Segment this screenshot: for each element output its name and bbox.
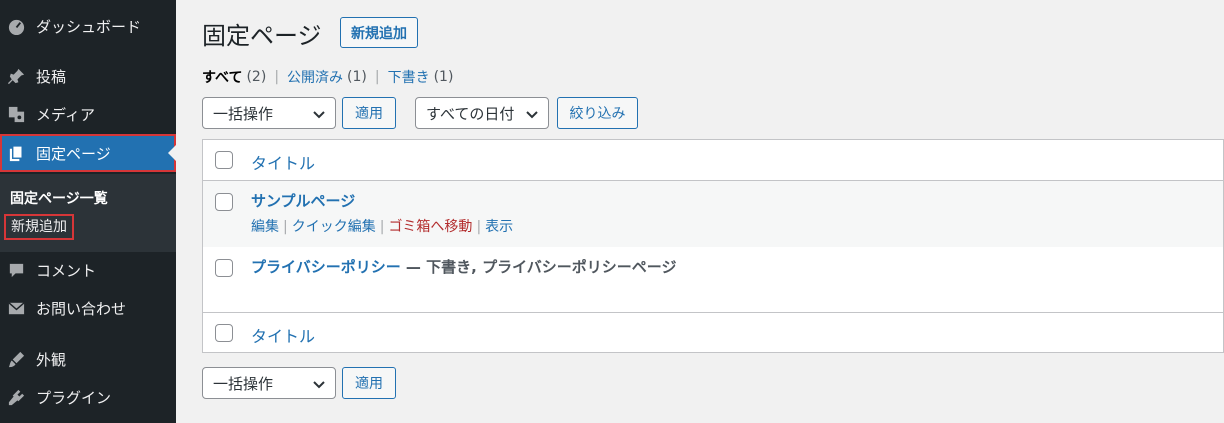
page-icon	[6, 143, 26, 163]
table-row: サンプルページ 編集 | クイック編集 | ゴミ箱へ移動 | 表示	[203, 181, 1223, 247]
bulk-action-value: 一括操作	[213, 104, 274, 123]
sidebar-item-label: お問い合わせ	[36, 299, 127, 318]
pin-icon	[6, 66, 26, 86]
row-title-link[interactable]: プライバシーポリシー	[251, 258, 401, 276]
filter-separator: |	[374, 69, 380, 85]
bulk-action-select-bottom[interactable]: 一括操作	[202, 367, 336, 399]
filter-published[interactable]: 公開済み	[287, 67, 343, 87]
sidebar-item-label: メディア	[36, 105, 95, 124]
dashboard-icon	[6, 16, 26, 36]
mail-icon	[6, 298, 26, 318]
sidebar-item-plugins[interactable]: プラグイン	[0, 378, 176, 416]
bulk-action-value: 一括操作	[213, 374, 274, 393]
sidebar-item-label: ダッシュボード	[36, 17, 142, 36]
add-new-page-button[interactable]: 新規追加	[340, 17, 418, 48]
row-actions: 編集 | クイック編集 | ゴミ箱へ移動 | 表示	[251, 216, 513, 236]
page-title: 固定ページ	[202, 22, 322, 50]
chevron-down-icon	[313, 381, 325, 389]
date-filter-value: すべての日付	[426, 104, 515, 123]
sidebar-item-posts[interactable]: 投稿	[0, 57, 176, 95]
submenu-item-all-pages[interactable]: 固定ページ一覧	[10, 188, 108, 208]
row-title-link[interactable]: サンプルページ	[251, 190, 355, 211]
sidebar-item-media[interactable]: メディア	[0, 95, 176, 133]
action-separator: |	[283, 219, 288, 235]
filter-button[interactable]: 絞り込み	[557, 97, 638, 129]
select-all-checkbox[interactable]	[215, 324, 233, 342]
column-footer-title[interactable]: タイトル	[251, 323, 315, 347]
sidebar-item-label: 固定ページ	[36, 144, 111, 163]
filter-separator: |	[274, 69, 280, 85]
chevron-down-icon	[313, 111, 325, 119]
column-header-title[interactable]: タイトル	[251, 150, 315, 174]
row-title: プライバシーポリシー — 下書き, プライバシーポリシーページ	[251, 256, 676, 277]
media-icon	[6, 104, 26, 124]
filter-all-count: (2)	[246, 69, 267, 85]
bulk-action-select[interactable]: 一括操作	[202, 97, 336, 129]
filter-all[interactable]: すべて	[202, 67, 242, 87]
comment-icon	[6, 260, 26, 280]
sidebar-item-appearance[interactable]: 外観	[0, 340, 176, 378]
select-all-checkbox[interactable]	[215, 151, 233, 169]
filter-draft-count: (1)	[433, 69, 454, 85]
brush-icon	[6, 349, 26, 369]
pages-submenu: 固定ページ一覧 新規追加	[0, 174, 176, 252]
sidebar-item-label: プラグイン	[36, 388, 112, 407]
pages-table: タイトル サンプルページ 編集 | クイック編集 | ゴミ箱へ移動 | 表示 プライバシーポ…	[202, 139, 1224, 353]
sidebar-item-label: 外観	[36, 350, 67, 369]
submenu-item-add-new[interactable]: 新規追加	[4, 214, 74, 240]
trash-link[interactable]: ゴミ箱へ移動	[388, 219, 472, 235]
view-link[interactable]: 表示	[485, 219, 513, 235]
sidebar-item-dashboard[interactable]: ダッシュボード	[0, 7, 176, 45]
sidebar-item-label: 投稿	[36, 67, 67, 86]
main-content: 固定ページ 新規追加 すべて (2) | 公開済み (1) | 下書き (1) …	[176, 0, 1224, 423]
filter-draft[interactable]: 下書き	[388, 67, 430, 87]
filter-published-count: (1)	[347, 69, 367, 85]
sidebar-item-contact[interactable]: お問い合わせ	[0, 289, 176, 327]
apply-button-bottom[interactable]: 適用	[342, 367, 396, 399]
action-separator: |	[379, 219, 385, 235]
apply-button[interactable]: 適用	[342, 97, 396, 129]
date-filter-select[interactable]: すべての日付	[415, 97, 549, 129]
sidebar-item-label: コメント	[36, 261, 97, 280]
post-state: — 下書き, プライバシーポリシーページ	[400, 258, 677, 276]
sidebar-item-pages[interactable]: 固定ページ	[0, 134, 176, 172]
admin-sidebar: ダッシュボード 投稿 メディア 固定ページ 固定ページ一覧 新規追加 コメント …	[0, 0, 176, 423]
action-separator: |	[476, 219, 482, 235]
row-checkbox[interactable]	[215, 259, 233, 277]
row-checkbox[interactable]	[215, 193, 233, 211]
sidebar-item-comments[interactable]: コメント	[0, 251, 176, 289]
plugin-icon	[6, 387, 26, 407]
quick-edit-link[interactable]: クイック編集	[292, 219, 376, 235]
table-header-row: タイトル	[203, 140, 1223, 181]
chevron-down-icon	[526, 111, 538, 119]
table-row: プライバシーポリシー — 下書き, プライバシーポリシーページ	[203, 247, 1223, 313]
status-filter-links: すべて (2) | 公開済み (1) | 下書き (1)	[202, 67, 453, 87]
table-footer-row: タイトル	[203, 313, 1223, 353]
edit-link[interactable]: 編集	[251, 219, 279, 235]
